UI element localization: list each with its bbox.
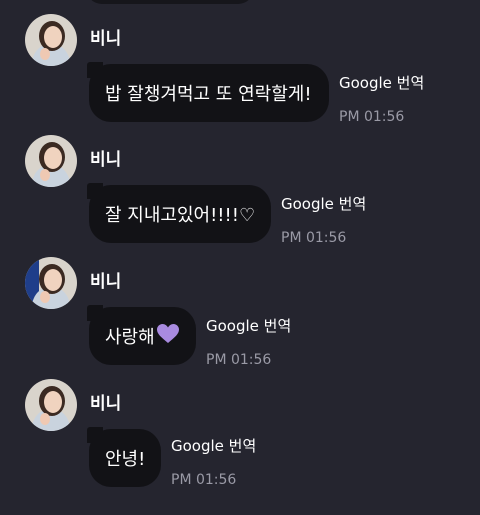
message-text: 잘 지내고있어!!!!♡ xyxy=(105,205,256,226)
message-text: 밥 잘챙겨먹고 또 연락할게! xyxy=(105,84,312,105)
message-text: 사랑해 xyxy=(105,327,155,348)
sender-name: 비니 xyxy=(90,29,122,49)
message-text: 안녕! xyxy=(105,449,146,470)
sender-name: 비니 xyxy=(90,272,122,292)
avatar[interactable] xyxy=(25,135,77,187)
message-time: PM 01:56 xyxy=(281,230,347,246)
message-bubble[interactable]: 밥 잘챙겨먹고 또 연락할게! xyxy=(87,62,329,122)
message-time: PM 01:56 xyxy=(339,109,405,125)
sender-name: 비니 xyxy=(90,150,122,170)
avatar[interactable] xyxy=(25,257,77,309)
previous-message-bubble-edge xyxy=(86,0,254,4)
google-translate-link[interactable]: Google 번역 xyxy=(206,317,291,335)
avatar[interactable] xyxy=(25,14,77,66)
sender-name: 비니 xyxy=(90,394,122,414)
google-translate-link[interactable]: Google 번역 xyxy=(171,437,256,455)
message-bubble[interactable]: 안녕! xyxy=(87,427,161,487)
avatar[interactable] xyxy=(25,379,77,431)
google-translate-link[interactable]: Google 번역 xyxy=(339,74,424,92)
purple-heart-emoji-icon xyxy=(156,323,179,349)
message-bubble[interactable]: 사랑해 xyxy=(87,305,196,365)
message-time: PM 01:56 xyxy=(171,472,237,488)
google-translate-link[interactable]: Google 번역 xyxy=(281,195,366,213)
message-bubble[interactable]: 잘 지내고있어!!!!♡ xyxy=(87,183,271,243)
message-time: PM 01:56 xyxy=(206,352,272,368)
